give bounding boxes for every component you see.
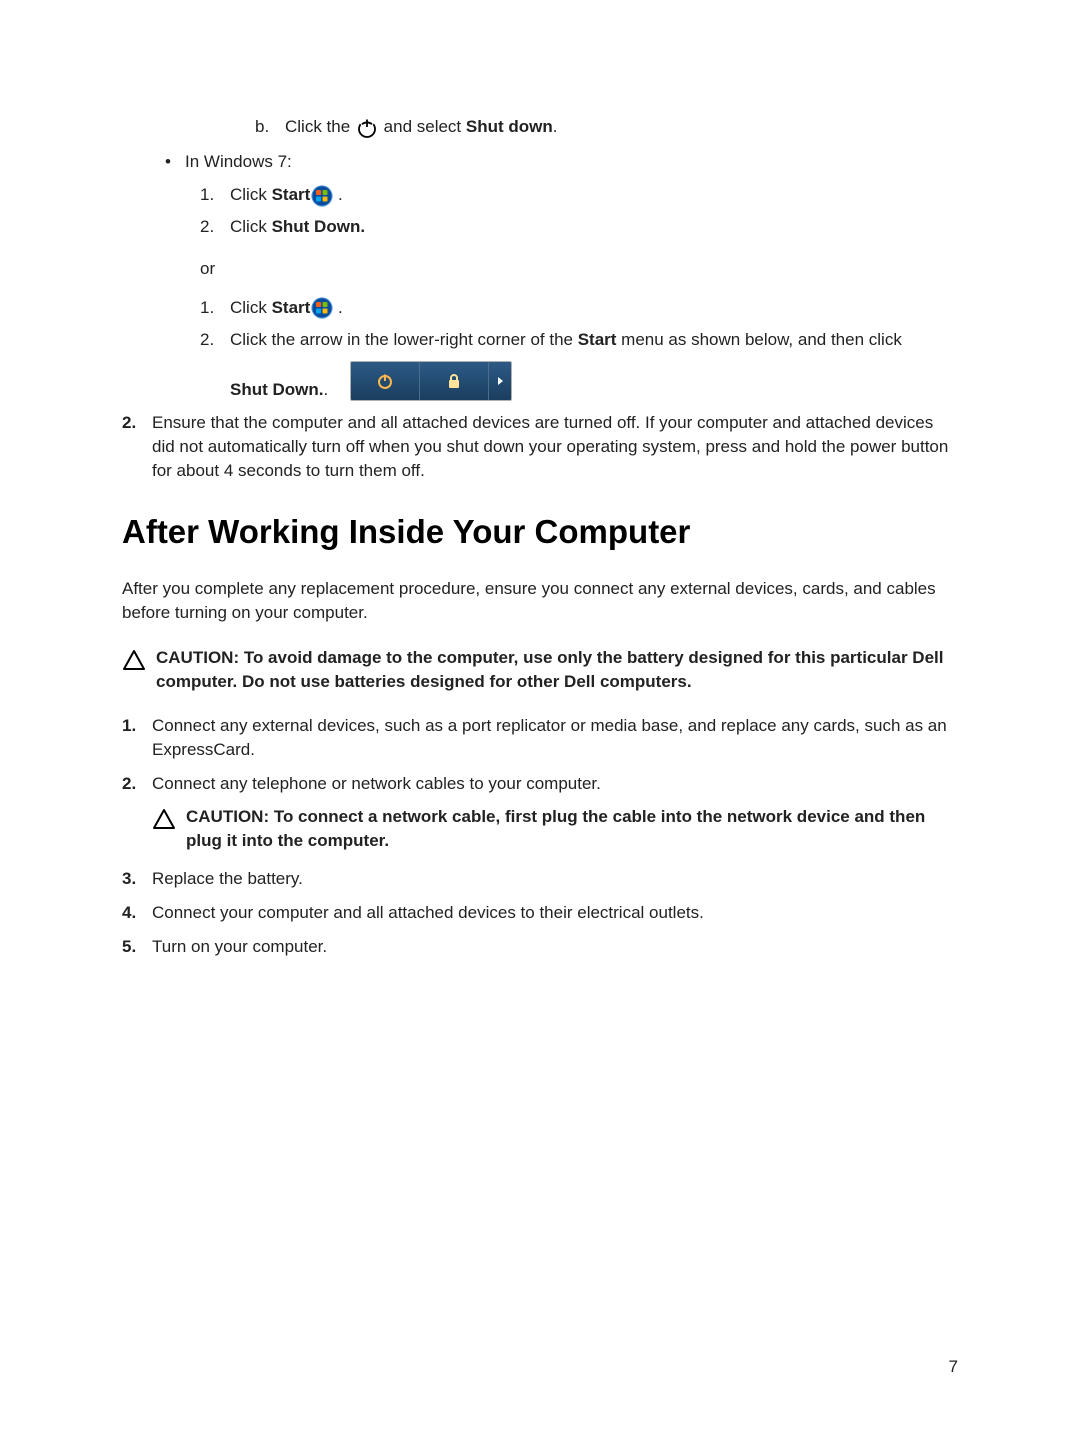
caution-2-text: CAUTION: To connect a network cable, fir… [186, 805, 958, 853]
after-step-3: 3. Replace the battery. [122, 867, 958, 891]
or-text: or [200, 257, 958, 281]
caution-1-text: CAUTION: To avoid damage to the computer… [156, 646, 958, 694]
after-step-4-text: Connect your computer and all attached d… [152, 901, 958, 925]
outer-step-2-num: 2. [122, 411, 152, 482]
after-step-1-num: 1. [122, 714, 152, 762]
win7-a-step1-num: 1. [200, 183, 230, 207]
bullet-windows7-text: In Windows 7: [185, 150, 292, 174]
after-step-3-num: 3. [122, 867, 152, 891]
win7-a-step1-target: Start [272, 185, 311, 204]
substep-b-text: Click the and select Shut down. [285, 115, 558, 140]
after-step-2-text: Connect any telephone or network cables … [152, 772, 958, 796]
after-step-4-num: 4. [122, 901, 152, 925]
page-root: b. Click the and select Shut down. • In … [0, 0, 1080, 1434]
win7-b-step2-post: menu as shown below, and then click [616, 330, 901, 349]
section-heading: After Working Inside Your Computer [122, 509, 958, 555]
win7-a-step2-num: 2. [200, 215, 230, 239]
win7-a-step2-pre: Click [230, 217, 272, 236]
win7-a-step1-post: . [333, 185, 342, 204]
power-outline-icon [355, 116, 379, 140]
win-bar-lock-icon [420, 362, 489, 400]
after-step-2: 2. Connect any telephone or network cabl… [122, 772, 958, 796]
after-step-1: 1. Connect any external devices, such as… [122, 714, 958, 762]
after-step-3-text: Replace the battery. [152, 867, 958, 891]
win7-a-step2-target: Shut Down. [272, 217, 365, 236]
after-step-5: 5. Turn on your computer. [122, 935, 958, 959]
substep-b-post: and select [384, 117, 466, 136]
chevron-right-icon [498, 377, 503, 385]
caution-triangle-icon [122, 646, 146, 694]
shutdown-bold: Shut Down. [230, 380, 323, 399]
shutdown-label: Shut Down.. [230, 378, 328, 402]
substep-b: b. Click the and select Shut down. [255, 115, 958, 140]
win7-b-step1: 1. Click Start . [200, 296, 958, 320]
after-step-4: 4. Connect your computer and all attache… [122, 901, 958, 925]
win7-b-step1-pre: Click [230, 298, 272, 317]
win-bar-arrow-icon [489, 362, 511, 400]
bullet-dot-icon: • [165, 150, 185, 174]
win7-b-step1-post: . [333, 298, 342, 317]
win7-a-step1-pre: Click [230, 185, 272, 204]
caution-1: CAUTION: To avoid damage to the computer… [122, 646, 958, 694]
outer-step-2-text: Ensure that the computer and all attache… [152, 411, 958, 482]
win7-a-step1-text: Click Start . [230, 183, 343, 207]
substep-b-target: Shut down [466, 117, 553, 136]
intro-paragraph: After you complete any replacement proce… [122, 577, 958, 625]
substep-b-pre: Click the [285, 117, 355, 136]
win7-a-step1: 1. Click Start . [200, 183, 958, 207]
after-step-1-text: Connect any external devices, such as a … [152, 714, 958, 762]
substep-b-letter: b. [255, 115, 285, 139]
windows-start-orb-icon [311, 185, 333, 207]
caution-2: CAUTION: To connect a network cable, fir… [152, 805, 958, 853]
after-step-5-num: 5. [122, 935, 152, 959]
bullet-windows7: • In Windows 7: [165, 150, 958, 174]
win7-b-step2: 2. Click the arrow in the lower-right co… [200, 328, 958, 352]
win7-b-step2-text: Click the arrow in the lower-right corne… [230, 328, 958, 352]
win7-b-step2-num: 2. [200, 328, 230, 352]
caution-triangle-icon [152, 805, 176, 853]
shutdown-row: Shut Down.. [230, 361, 958, 401]
substep-b-tail: . [553, 117, 558, 136]
page-number: 7 [949, 1355, 958, 1379]
win7-b-step2-bold: Start [578, 330, 617, 349]
windows-shutdown-bar-icon [350, 361, 512, 401]
windows-start-orb-icon [311, 297, 333, 319]
outer-step-2: 2. Ensure that the computer and all atta… [122, 411, 958, 482]
after-step-2-num: 2. [122, 772, 152, 796]
win7-b-step1-text: Click Start . [230, 296, 343, 320]
win7-b-step2-pre: Click the arrow in the lower-right corne… [230, 330, 578, 349]
win7-a-step2: 2. Click Shut Down. [200, 215, 958, 239]
win7-b-step1-num: 1. [200, 296, 230, 320]
after-step-5-text: Turn on your computer. [152, 935, 958, 959]
win-bar-power-icon [351, 362, 420, 400]
shutdown-tail: . [323, 380, 328, 399]
win7-b-step1-target: Start [272, 298, 311, 317]
win7-a-step2-text: Click Shut Down. [230, 215, 365, 239]
